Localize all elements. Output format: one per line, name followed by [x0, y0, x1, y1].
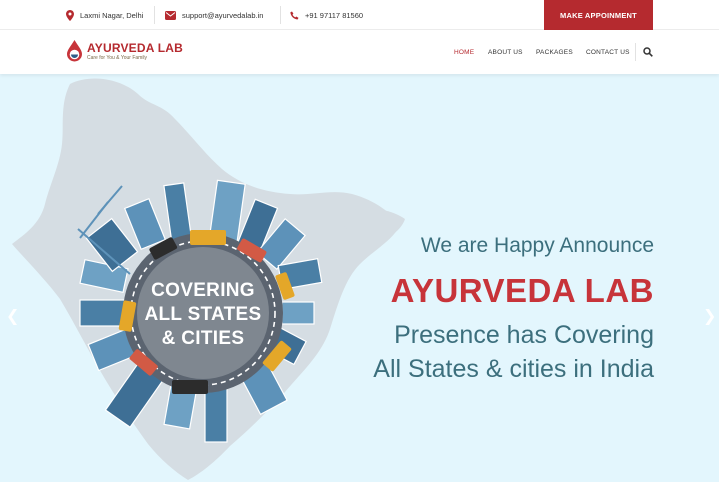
nav-packages[interactable]: PACKAGES	[536, 30, 573, 74]
top-bar: Laxmi Nagar, Delhi support@ayurvedalab.i…	[0, 0, 719, 30]
circle-line-2: ALL STATES	[144, 304, 262, 325]
nav-contact-us[interactable]: CONTACT US	[586, 30, 630, 74]
phone-info[interactable]: +91 97117 81560	[290, 0, 363, 30]
hero-coverage-line: All States & cities in India	[373, 355, 654, 383]
brand-tagline: Care for You & Your Family	[87, 54, 148, 61]
circle-line-1: COVERING	[151, 280, 255, 301]
nav-about-us[interactable]: ABOUT US	[488, 30, 523, 74]
hero-brand-title: AYURVEDA LAB	[390, 272, 654, 309]
main-navbar: AYURVEDA LAB Care for You & Your Family …	[0, 30, 719, 74]
blood-drop-logo-icon	[67, 40, 82, 62]
location-pin-icon	[66, 9, 74, 21]
hero-announce: We are Happy Announce	[420, 234, 654, 257]
covering-circle-text: COVERING ALL STATES & CITIES	[140, 279, 266, 351]
hero-presence-line: Presence has Covering	[394, 321, 654, 349]
circle-line-3: & CITIES	[161, 328, 245, 349]
envelope-icon	[165, 10, 176, 20]
slider-next-icon[interactable]: ❯	[703, 306, 716, 326]
nav-home[interactable]: HOME	[454, 30, 474, 74]
hero-slider: COVERING ALL STATES & CITIES We are Happ…	[0, 74, 719, 482]
search-icon[interactable]	[643, 47, 653, 57]
brand-logo[interactable]: AYURVEDA LAB Care for You & Your Family	[66, 40, 183, 62]
slider-prev-icon[interactable]: ❮	[6, 306, 19, 326]
phone-icon	[290, 11, 299, 19]
email-link[interactable]: support@ayurvedalab.in	[182, 11, 263, 20]
address-info: Laxmi Nagar, Delhi	[66, 0, 143, 30]
phone-text: +91 97117 81560	[305, 10, 364, 20]
address-text: Laxmi Nagar, Delhi	[80, 10, 144, 20]
email-info[interactable]: support@ayurvedalab.in	[165, 0, 263, 30]
brand-name: AYURVEDA LAB	[87, 40, 183, 55]
make-appointment-button[interactable]: MAKE APPOINMENT	[544, 0, 653, 30]
